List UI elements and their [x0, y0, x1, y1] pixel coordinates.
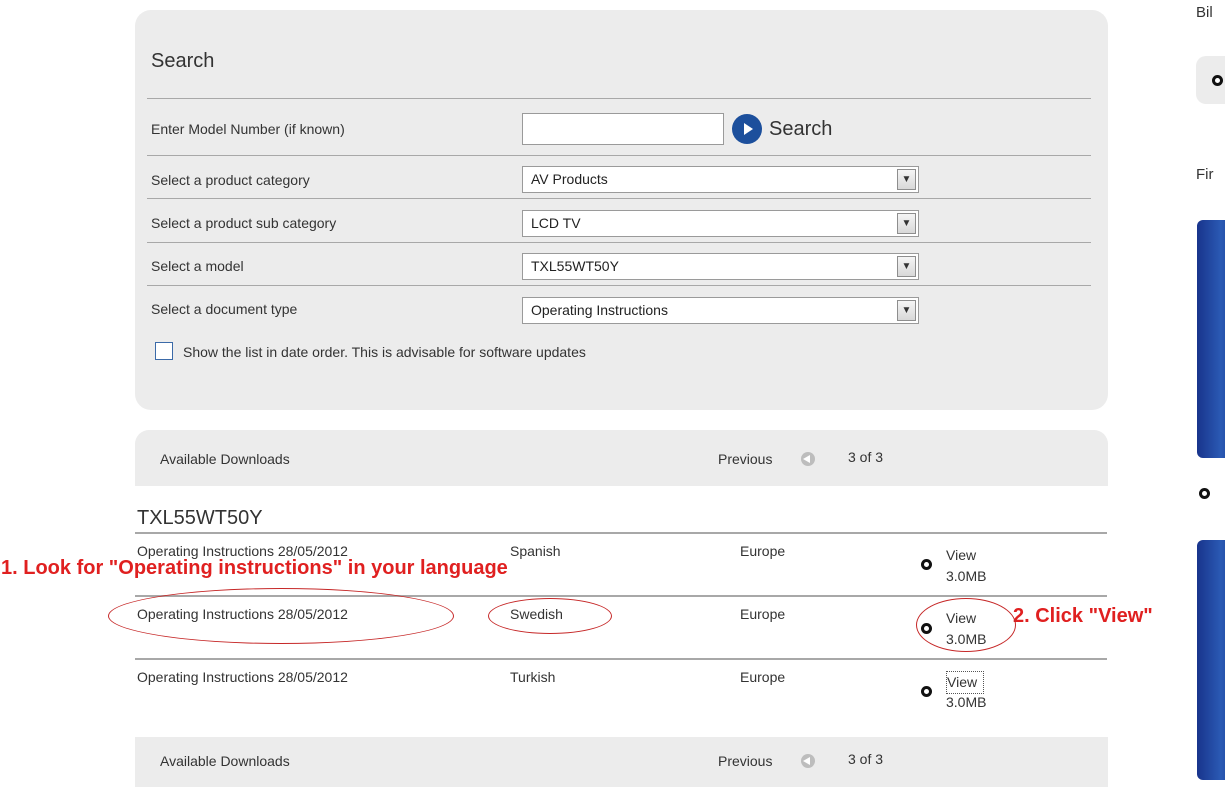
file-size: 3.0MB: [946, 568, 987, 584]
doc-language: Turkish: [510, 669, 556, 685]
annotation-step1: 1. Look for "Operating instructions" in …: [1, 557, 508, 579]
annotation-ellipse-language: [488, 598, 612, 634]
search-title: Search: [151, 50, 215, 72]
previous-arrow-icon[interactable]: [801, 754, 815, 768]
doctype-value: Operating Instructions: [531, 302, 668, 318]
subcategory-select[interactable]: LCD TV ▼: [522, 210, 919, 237]
bullet-icon: [1212, 75, 1223, 86]
model-number-input[interactable]: [522, 113, 724, 145]
doc-name: Operating Instructions 28/05/2012: [137, 669, 348, 685]
previous-arrow-icon[interactable]: [801, 452, 815, 466]
search-button-label: Search: [769, 117, 833, 140]
annotation-step2: 2. Click "View": [1013, 605, 1153, 627]
downloads-title: Available Downloads: [160, 753, 290, 769]
doc-language: Spanish: [510, 543, 561, 559]
sidebar-promo-image[interactable]: [1197, 540, 1225, 780]
page-count: 3 of 3: [848, 449, 884, 465]
play-icon: [732, 114, 762, 144]
doctype-select[interactable]: Operating Instructions ▼: [522, 297, 919, 324]
model-select-value: TXL55WT50Y: [531, 258, 619, 274]
annotation-ellipse-doc: [108, 588, 454, 644]
divider: [147, 155, 1091, 156]
chevron-down-icon[interactable]: ▼: [897, 256, 916, 277]
doctype-label: Select a document type: [151, 301, 298, 317]
downloads-header: Available Downloads Previous 3 of 3: [135, 430, 1108, 486]
model-number-label: Enter Model Number (if known): [151, 121, 345, 137]
divider: [135, 658, 1107, 660]
view-bullet-icon: [921, 559, 932, 570]
doc-region: Europe: [740, 669, 786, 685]
file-size: 3.0MB: [946, 694, 987, 710]
model-select-label: Select a model: [151, 258, 244, 274]
chevron-down-icon[interactable]: ▼: [897, 169, 916, 190]
category-select[interactable]: AV Products ▼: [522, 166, 919, 193]
page-count: 3 of 3: [848, 751, 884, 767]
view-bullet-icon: [921, 686, 932, 697]
view-link[interactable]: View: [946, 545, 976, 566]
category-label: Select a product category: [151, 172, 310, 188]
divider: [147, 242, 1091, 243]
downloads-title: Available Downloads: [160, 451, 290, 467]
sidebar-box: [1196, 56, 1225, 104]
date-order-label: Show the list in date order. This is adv…: [183, 344, 586, 360]
subcategory-value: LCD TV: [531, 215, 581, 231]
doc-region: Europe: [740, 543, 786, 559]
sidebar-label-mid: Fir: [1196, 166, 1214, 183]
bullet-icon: [1199, 488, 1210, 499]
model-select[interactable]: TXL55WT50Y ▼: [522, 253, 919, 280]
subcategory-label: Select a product sub category: [151, 215, 337, 231]
model-heading: TXL55WT50Y: [137, 507, 263, 529]
previous-link[interactable]: Previous: [718, 753, 772, 769]
annotation-ellipse-view: [916, 598, 1016, 652]
chevron-down-icon[interactable]: ▼: [897, 213, 916, 234]
search-panel: Search Enter Model Number (if known) Sea…: [135, 10, 1108, 410]
divider: [147, 285, 1091, 286]
doc-region: Europe: [740, 606, 786, 622]
downloads-footer: Available Downloads Previous 3 of 3: [135, 737, 1108, 787]
previous-link[interactable]: Previous: [718, 451, 772, 467]
chevron-down-icon[interactable]: ▼: [897, 300, 916, 321]
sidebar-promo-image[interactable]: [1197, 220, 1225, 458]
search-button[interactable]: Search: [732, 114, 832, 144]
sidebar-label-top: Bil: [1196, 4, 1213, 21]
date-order-checkbox[interactable]: [155, 342, 173, 360]
category-value: AV Products: [531, 171, 608, 187]
view-link[interactable]: View: [946, 671, 985, 694]
divider: [147, 98, 1091, 99]
divider: [135, 532, 1107, 534]
divider: [147, 198, 1091, 199]
